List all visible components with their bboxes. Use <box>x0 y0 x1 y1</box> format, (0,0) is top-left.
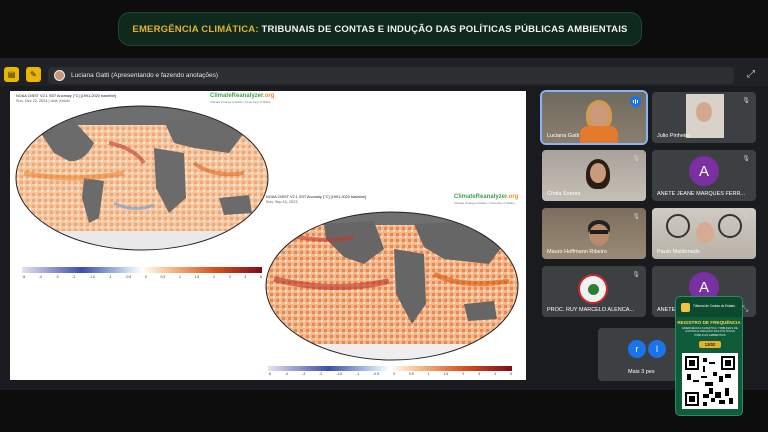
cert-header: Tribunal de Contas do Estado <box>676 297 742 317</box>
qr-code-icon[interactable] <box>682 353 738 409</box>
exit-presentation-icon[interactable]: ⤢ <box>744 68 758 82</box>
cert-title: REGISTRO DE FREQUÊNCIA <box>677 320 741 325</box>
map1-ticks: -5 -4 -3 -2 -1.5 -1 -0.5 0 0.5 1 1.5 2 3 4 5 <box>22 275 262 279</box>
cert-date: 13/02 <box>699 341 721 348</box>
banner-highlight: EMERGÊNCIA CLIMÁTICA: <box>132 23 259 35</box>
colorbar-tick: -2 <box>319 372 323 376</box>
screen: EMERGÊNCIA CLIMÁTICA: TRIBUNAIS DE CONTA… <box>0 0 768 432</box>
colorbar-tick: -1 <box>356 372 360 376</box>
colorbar-tick: 1.5 <box>194 275 200 279</box>
participant-tile-1[interactable]: 🎙 Julio Pinheiro <box>652 92 756 143</box>
mic-off-icon: 🎙 <box>632 214 640 220</box>
audio-level-icon <box>630 96 641 107</box>
colorbar-tick: 4 <box>494 372 497 376</box>
colorbar-tick: -3 <box>55 275 59 279</box>
participant-tile-0[interactable]: Luciana Gatti <box>540 90 648 145</box>
colorbar-tick: -1.5 <box>89 275 95 279</box>
sst-anomaly-map-2024 <box>15 105 269 251</box>
participant-name: PROC. RUY MARCELO ALENCA... <box>547 307 635 313</box>
colorbar-tick: 1 <box>178 275 181 279</box>
colorbar-tick: 5 <box>510 372 512 376</box>
presentation-topbar: ▤ ✎ Luciana Gatti (Apresentando e fazend… <box>0 58 768 86</box>
banner-title: TRIBUNAIS DE CONTAS E INDUÇÃO DAS POLÍTI… <box>258 23 628 35</box>
colorbar-tick: -0.5 <box>125 275 132 279</box>
mic-off-icon: 🎙 <box>632 156 640 162</box>
presenter-label: Luciana Gatti (Apresentando e fazendo an… <box>71 72 219 79</box>
colorbar-tick: 0 <box>392 372 395 376</box>
colorbar-tick: 1 <box>427 372 430 376</box>
more-participants-tile[interactable]: r l Mais 3 pes <box>598 328 680 381</box>
colorbar-tick: -4 <box>285 372 289 376</box>
participant-name: Julio Pinheiro <box>657 133 691 139</box>
presenter-bar: Luciana Gatti (Apresentando e fazendo an… <box>48 67 734 84</box>
avatar: A <box>689 156 719 187</box>
colorbar-tick: -0.5 <box>373 372 379 376</box>
colorbar-tick: 0.5 <box>408 372 414 376</box>
avatar: l <box>648 340 666 358</box>
colorbar-tick: -1 <box>108 275 112 279</box>
map2-ticks: -5 -4 -3 -2 -1.5 -1 -0.5 0 0.5 1 1.5 2 3 4 5 <box>268 372 512 376</box>
colorbar-tick: 5 <box>259 275 262 279</box>
logo-icon <box>681 302 690 312</box>
mic-off-icon: 🎙 <box>632 272 640 278</box>
tribunal-seal-icon <box>578 274 608 304</box>
participant-tile-6[interactable]: 🎙 PROC. RUY MARCELO ALENCA... <box>542 266 646 317</box>
shared-screen: NOAA OISST V2.1 SST Anomaly (°C) [1991-2… <box>10 91 526 380</box>
participant-name: ANETE JEANE MARQUES FERR... <box>657 191 746 197</box>
participant-name: Mauro Hoffmann Ribeiro <box>547 249 607 255</box>
map1-logo: ClimateReanalyzer.org <box>210 93 275 99</box>
colorbar-tick: -1.5 <box>336 372 343 376</box>
participant-tile-2[interactable]: 🎙 Cíntia Soares <box>542 150 646 201</box>
participant-name: Cíntia Soares <box>547 191 581 197</box>
folder-icon[interactable]: ▤ <box>4 67 19 82</box>
colorbar-tick: 1.5 <box>443 372 449 376</box>
colorbar-tick: 2 <box>462 372 465 376</box>
colorbar-tick: 3 <box>478 372 481 376</box>
attendance-qr-card[interactable]: Tribunal de Contas do Estado REGISTRO DE… <box>675 296 743 416</box>
cert-description: EMERGÊNCIA CLIMÁTICA: TRIBUNAIS DE CONTA… <box>682 326 738 337</box>
colorbar-tick: 3 <box>228 275 231 279</box>
map1-colorbar <box>22 267 262 273</box>
more-participants-label: Mais 3 pes <box>628 369 655 375</box>
avatar <box>54 70 65 81</box>
participant-tile-4[interactable]: 🎙 Mauro Hoffmann Ribeiro <box>542 208 646 259</box>
participant-name: Paulo Maldonado <box>657 249 700 255</box>
cert-org: Tribunal de Contas do Estado <box>693 304 736 309</box>
meeting-window: ▤ ✎ Luciana Gatti (Apresentando e fazend… <box>0 58 768 390</box>
avatar: r <box>628 340 646 358</box>
mic-off-icon: 🎙 <box>742 156 750 162</box>
colorbar-tick: -5 <box>268 372 272 376</box>
participant-tile-5[interactable]: 🎙 Paulo Maldonado <box>652 208 756 259</box>
map2-title: NOAA OISST V2.1 SST Anomaly (°C) [1991-2… <box>266 195 367 204</box>
colorbar-tick: 0 <box>144 275 147 279</box>
expand-icon[interactable]: ⤡ <box>742 304 752 314</box>
participant-name: Luciana Gatti <box>547 133 580 139</box>
colorbar-tick: 0.5 <box>160 275 166 279</box>
event-banner: EMERGÊNCIA CLIMÁTICA: TRIBUNAIS DE CONTA… <box>118 12 642 46</box>
colorbar-tick: -4 <box>38 275 42 279</box>
mic-off-icon: 🎙 <box>742 98 750 104</box>
sst-anomaly-map-2023 <box>265 211 519 361</box>
colorbar-tick: -2 <box>72 275 76 279</box>
participant-tile-3[interactable]: A 🎙 ANETE JEANE MARQUES FERR... <box>652 150 756 201</box>
colorbar-tick: 2 <box>213 275 215 279</box>
mic-off-icon: 🎙 <box>742 214 750 220</box>
notes-icon[interactable]: ✎ <box>26 67 41 82</box>
colorbar-tick: -3 <box>302 372 306 376</box>
colorbar-tick: -5 <box>22 275 26 279</box>
map2-logo: ClimateReanalyzer.org <box>454 194 519 200</box>
map2-logo-sub: Climate Change Institute | University of… <box>454 201 515 205</box>
colorbar-tick: 4 <box>244 275 247 279</box>
